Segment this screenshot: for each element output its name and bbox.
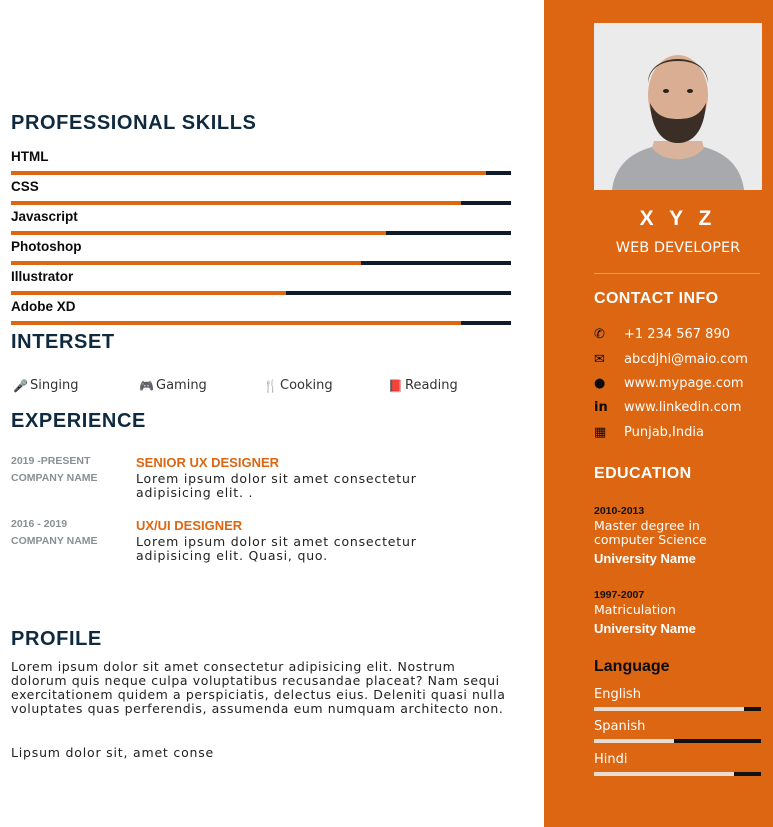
interest-item: 🎤 Singing	[13, 378, 78, 393]
experience-description: Lorem ipsum dolor sit amet consectetur a…	[136, 534, 417, 563]
experience-date: 2016 - 2019	[11, 518, 68, 530]
profile-heading: PROFILE	[11, 628, 102, 650]
skill-item: Adobe XD	[11, 299, 511, 325]
sidebar-divider	[594, 273, 760, 274]
skill-bar	[11, 261, 511, 265]
language-heading: Language	[594, 658, 670, 675]
skill-item: HTML	[11, 149, 511, 175]
microphone-icon: 🎤	[13, 378, 28, 393]
contact-item-website: ● www.mypage.com	[594, 376, 773, 391]
book-icon: 📕	[388, 378, 403, 393]
interest-label: Singing	[30, 378, 79, 393]
experience-role: SENIOR UX DESIGNER	[136, 455, 280, 470]
gamepad-icon: 🎮	[139, 378, 154, 393]
interest-label: Cooking	[280, 378, 333, 393]
education-degree: Matriculation	[594, 602, 676, 617]
experience-description: Lorem ipsum dolor sit amet consectetur a…	[136, 471, 417, 500]
linkedin-icon: in	[594, 400, 608, 415]
education-years: 2010-2013	[594, 505, 645, 517]
interest-item: 🎮 Gaming	[139, 378, 207, 393]
person-name: X Y Z	[639, 207, 717, 230]
language-bar	[594, 739, 761, 743]
contact-heading: CONTACT INFO	[594, 290, 719, 307]
skill-bar-fill	[11, 171, 486, 175]
skill-name: Adobe XD	[11, 299, 76, 314]
skill-bar	[11, 171, 511, 175]
skill-name: Photoshop	[11, 239, 82, 254]
language-name: Spanish	[594, 719, 646, 734]
language-bar-fill	[594, 739, 675, 743]
skill-item: Photoshop	[11, 239, 511, 265]
experience-company: COMPANY NAME	[11, 472, 98, 484]
skill-bar	[11, 231, 511, 235]
profile-text: Lorem ipsum dolor sit amet consectetur a…	[11, 659, 506, 716]
skill-item: CSS	[11, 179, 511, 205]
skill-name: HTML	[11, 149, 49, 164]
skill-bar-fill	[11, 231, 386, 235]
skill-name: CSS	[11, 179, 39, 194]
experience-date: 2019 -PRESENT	[11, 455, 91, 467]
language-item: Hindi	[594, 752, 761, 776]
education-heading: EDUCATION	[594, 465, 692, 482]
interests-list: 🎤 Singing 🎮 Gaming 🍴 Cooking 📕 Reading	[11, 378, 511, 396]
contact-text: abcdjhi@maio.com	[624, 352, 748, 367]
skill-bar	[11, 201, 511, 205]
experience-company: COMPANY NAME	[11, 535, 98, 547]
globe-icon: ●	[594, 376, 606, 391]
contact-item-location: ▦ Punjab,India	[594, 425, 773, 440]
skill-bar-fill	[11, 261, 361, 265]
education-years: 1997-2007	[594, 589, 645, 601]
interests-heading: INTERSET	[11, 331, 115, 353]
skill-name: Javascript	[11, 209, 78, 224]
skill-bar-fill	[11, 321, 461, 325]
language-item: Spanish	[594, 719, 761, 743]
education-degree: Master degree in computer Science	[594, 518, 707, 547]
contact-item-phone: ✆ +1 234 567 890	[594, 327, 773, 342]
profile-text-secondary: Lipsum dolor sit, amet conse	[11, 745, 215, 760]
skill-bar-fill	[11, 201, 461, 205]
language-name: English	[594, 687, 641, 702]
language-item: English	[594, 687, 761, 711]
interest-item: 🍴 Cooking	[263, 378, 333, 393]
contact-text: Punjab,India	[624, 425, 704, 440]
interest-item: 📕 Reading	[388, 378, 458, 393]
contact-text: +1 234 567 890	[624, 327, 730, 342]
interest-label: Gaming	[156, 378, 207, 393]
language-bar-fill	[594, 707, 745, 711]
contact-item-linkedin: in www.linkedin.com	[594, 400, 773, 415]
map-icon: ▦	[594, 425, 607, 440]
phone-icon: ✆	[594, 327, 605, 342]
interest-label: Reading	[405, 378, 458, 393]
experience-role: UX/UI DESIGNER	[136, 518, 243, 533]
contact-item-email: ✉ abcdjhi@maio.com	[594, 352, 773, 367]
contact-text: www.mypage.com	[624, 376, 744, 391]
language-name: Hindi	[594, 752, 628, 767]
language-bar-fill	[594, 772, 735, 776]
education-school: University Name	[594, 551, 696, 566]
utensils-icon: 🍴	[263, 378, 278, 393]
skill-item: Illustrator	[11, 269, 511, 295]
sidebar: X Y Z WEB DEVELOPER CONTACT INFO ✆ +1 23…	[544, 0, 773, 827]
skill-bar-fill	[11, 291, 286, 295]
job-title: WEB DEVELOPER	[615, 240, 741, 256]
language-bar	[594, 772, 761, 776]
profile-photo	[594, 23, 762, 190]
education-school: University Name	[594, 621, 696, 636]
skill-name: Illustrator	[11, 269, 74, 284]
language-bar	[594, 707, 761, 711]
contact-text: www.linkedin.com	[624, 400, 742, 415]
skill-bar	[11, 291, 511, 295]
skills-heading: PROFESSIONAL SKILLS	[11, 112, 257, 134]
envelope-icon: ✉	[594, 352, 605, 367]
experience-heading: EXPERIENCE	[11, 410, 146, 432]
skill-item: Javascript	[11, 209, 511, 235]
skill-bar	[11, 321, 511, 325]
